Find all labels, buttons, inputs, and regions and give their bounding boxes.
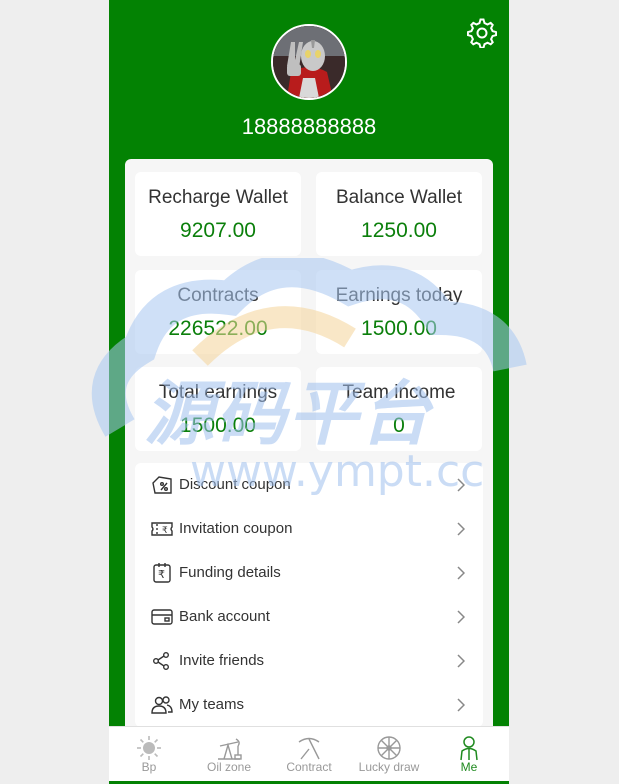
- stat-card-earnings-today[interactable]: Earnings today 1500.00: [316, 270, 482, 354]
- stat-card-balance-wallet[interactable]: Balance Wallet 1250.00: [316, 172, 482, 256]
- stat-label: Total earnings: [158, 382, 278, 403]
- chevron-right-icon: [457, 566, 465, 580]
- tab-label: Bp: [141, 760, 157, 774]
- share-icon: [153, 652, 169, 670]
- menu-item-label: My teams: [179, 696, 245, 713]
- stat-label: Balance Wallet: [335, 187, 463, 208]
- pickaxe-icon: [298, 737, 320, 760]
- bottom-tab-bar: Bp Oil zone Contract Lucky draw Me: [109, 726, 509, 781]
- tab-bp[interactable]: Bp: [109, 727, 189, 781]
- wallet-panel: Recharge Wallet 9207.00 Balance Wallet 1…: [125, 159, 493, 759]
- phone-number: 18888888888: [241, 114, 377, 139]
- tab-oil-zone[interactable]: Oil zone: [189, 727, 269, 781]
- menu-item-label: Discount coupon: [179, 476, 291, 493]
- menu-list: Discount coupon ₹ Invitation coupon ₹ Fu…: [135, 463, 483, 727]
- chevron-right-icon: [457, 698, 465, 712]
- menu-item-bank-account[interactable]: Bank account: [135, 595, 483, 639]
- avatar[interactable]: [271, 24, 347, 100]
- oil-pump-icon: [218, 738, 242, 760]
- menu-item-my-teams[interactable]: My teams: [135, 683, 483, 727]
- tab-lucky-draw[interactable]: Lucky draw: [349, 727, 429, 781]
- menu-item-invitation-coupon[interactable]: ₹ Invitation coupon: [135, 507, 483, 551]
- tab-label: Oil zone: [206, 760, 252, 774]
- person-icon: [460, 736, 478, 761]
- menu-item-label: Bank account: [179, 608, 270, 625]
- chevron-right-icon: [457, 610, 465, 624]
- menu-item-label: Invitation coupon: [179, 520, 293, 537]
- sun-icon: [137, 736, 161, 760]
- stat-label: Earnings today: [335, 285, 463, 306]
- avatar-image: [273, 26, 345, 98]
- menu-item-label: Funding details: [179, 564, 281, 581]
- tab-label: Me: [460, 760, 478, 774]
- stat-value: 9207.00: [180, 219, 256, 242]
- chevron-right-icon: [457, 522, 465, 536]
- stat-card-team-income[interactable]: Team income 0: [316, 367, 482, 451]
- svg-text:₹: ₹: [158, 568, 165, 581]
- stat-label: Team income: [342, 382, 456, 403]
- stat-value: 1500.00: [361, 317, 437, 340]
- tab-me[interactable]: Me: [429, 727, 509, 781]
- menu-item-invite-friends[interactable]: Invite friends: [135, 639, 483, 683]
- svg-text:₹: ₹: [162, 526, 168, 536]
- stat-card-contracts[interactable]: Contracts 226522.00: [135, 270, 301, 354]
- stat-label: Recharge Wallet: [148, 187, 288, 208]
- chevron-right-icon: [457, 654, 465, 668]
- rupee-document-icon: ₹: [153, 563, 171, 583]
- gear-icon[interactable]: [467, 18, 497, 48]
- tab-contract[interactable]: Contract: [269, 727, 349, 781]
- menu-item-funding-details[interactable]: ₹ Funding details: [135, 551, 483, 595]
- team-icon: [151, 696, 173, 714]
- wheel-icon: [377, 736, 401, 760]
- menu-item-label: Invite friends: [179, 652, 265, 669]
- coupon-icon: [152, 476, 172, 494]
- tab-label: Contract: [286, 760, 332, 774]
- stat-label: Contracts: [177, 285, 259, 306]
- card-icon: [151, 609, 173, 625]
- stat-card-recharge-wallet[interactable]: Recharge Wallet 9207.00: [135, 172, 301, 256]
- app-screen: 18888888888 Recharge Wallet 9207.00 Bala…: [109, 0, 509, 784]
- chevron-right-icon: [457, 478, 465, 492]
- menu-item-discount-coupon[interactable]: Discount coupon: [135, 463, 483, 507]
- stat-value: 0: [393, 414, 405, 437]
- stat-value: 1250.00: [361, 219, 437, 242]
- tab-label: Lucky draw: [358, 760, 420, 774]
- stat-card-total-earnings[interactable]: Total earnings 1500.00: [135, 367, 301, 451]
- stat-value: 226522.00: [168, 317, 268, 340]
- stat-value: 1500.00: [180, 414, 256, 437]
- ticket-icon: ₹: [151, 522, 173, 536]
